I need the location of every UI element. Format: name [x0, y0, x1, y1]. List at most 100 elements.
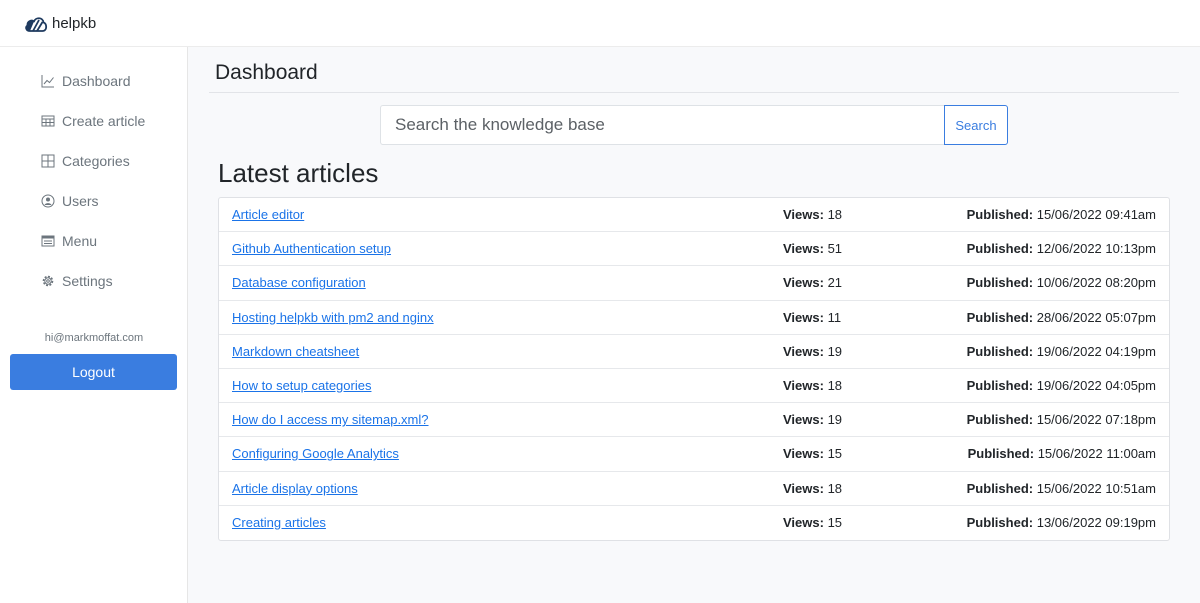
- article-link[interactable]: Creating articles: [232, 506, 326, 540]
- sidebar-item-settings[interactable]: Settings: [41, 271, 113, 291]
- published-value: 15/06/2022 11:00am: [1037, 446, 1156, 462]
- list-item: Article editor Views: 18 Published: 15/0…: [219, 198, 1169, 233]
- views-label: Views:: [783, 412, 824, 428]
- views-count: Views: 11: [783, 301, 841, 335]
- views-count: Views: 18: [783, 472, 842, 506]
- published-date: Published: 15/06/2022 10:51am: [967, 472, 1156, 506]
- logout-button[interactable]: Logout: [10, 354, 177, 390]
- published-date: Published: 19/06/2022 04:19pm: [967, 335, 1156, 369]
- views-count: Views: 19: [783, 335, 842, 369]
- article-link[interactable]: How do I access my sitemap.xml?: [232, 403, 429, 437]
- views-value: 11: [827, 309, 842, 325]
- list-item: Configuring Google Analytics Views: 15 P…: [219, 437, 1169, 472]
- published-label: Published:: [966, 480, 1034, 496]
- list-item: Creating articles Views: 15 Published: 1…: [219, 506, 1169, 540]
- views-label: Views:: [783, 309, 824, 325]
- sidebar-item-menu[interactable]: Menu: [41, 231, 97, 251]
- published-label: Published:: [967, 446, 1035, 462]
- published-value: 19/06/2022 04:19pm: [1036, 343, 1156, 359]
- published-date: Published: 12/06/2022 10:13pm: [967, 232, 1156, 266]
- published-value: 19/06/2022 04:05pm: [1036, 377, 1156, 393]
- article-link[interactable]: Hosting helpkb with pm2 and nginx: [232, 301, 434, 335]
- table-icon: [41, 115, 55, 127]
- article-link[interactable]: Article display options: [232, 472, 358, 506]
- published-date: Published: 13/06/2022 09:19pm: [967, 506, 1156, 540]
- search-button[interactable]: Search: [944, 105, 1008, 145]
- published-date: Published: 15/06/2022 11:00am: [968, 437, 1156, 471]
- published-value: 15/06/2022 10:51am: [1036, 480, 1156, 496]
- list-item: Database configuration Views: 21 Publish…: [219, 266, 1169, 301]
- page-title: Dashboard: [215, 61, 318, 84]
- views-label: Views:: [783, 343, 824, 359]
- main-content: Dashboard Search Latest articles Article…: [188, 47, 1200, 603]
- articles-list: Article editor Views: 18 Published: 15/0…: [218, 197, 1170, 541]
- user-circle-icon: [41, 194, 55, 208]
- views-count: Views: 21: [783, 266, 842, 300]
- views-label: Views:: [783, 241, 824, 257]
- top-bar: helpkb: [0, 0, 1200, 47]
- section-heading: Latest articles: [218, 158, 379, 188]
- published-date: Published: 15/06/2022 07:18pm: [967, 403, 1156, 437]
- published-date: Published: 19/06/2022 04:05pm: [967, 369, 1156, 403]
- published-label: Published:: [966, 412, 1034, 428]
- list-item: How to setup categories Views: 18 Publis…: [219, 369, 1169, 404]
- article-link[interactable]: Article editor: [232, 198, 304, 232]
- published-label: Published:: [966, 377, 1034, 393]
- published-label: Published:: [966, 275, 1034, 291]
- views-label: Views:: [783, 377, 824, 393]
- sidebar-item-dashboard[interactable]: Dashboard: [41, 71, 131, 91]
- published-value: 28/06/2022 05:07pm: [1036, 309, 1156, 325]
- chart-line-icon: [41, 75, 54, 88]
- views-value: 18: [827, 207, 843, 222]
- published-label: Published:: [966, 343, 1034, 359]
- published-date: Published: 28/06/2022 05:07pm: [967, 301, 1156, 335]
- sidebar-item-create-article[interactable]: Create article: [41, 111, 145, 131]
- published-value: 15/06/2022 09:41am: [1036, 207, 1156, 222]
- views-value: 18: [827, 480, 843, 496]
- views-label: Views:: [783, 446, 824, 462]
- views-value: 51: [827, 241, 843, 257]
- cloud-logo-icon: [25, 17, 48, 32]
- views-label: Views:: [783, 275, 824, 291]
- views-count: Views: 15: [783, 506, 842, 540]
- published-label: Published:: [966, 309, 1034, 325]
- sidebar-item-categories[interactable]: Categories: [41, 151, 130, 171]
- article-link[interactable]: Markdown cheatsheet: [232, 335, 359, 369]
- views-value: 19: [827, 412, 843, 428]
- user-email: hi@markmoffat.com: [44, 332, 144, 344]
- sidebar: Dashboard Create article Categories User…: [0, 47, 188, 603]
- views-value: 19: [827, 343, 843, 359]
- sidebar-item-users[interactable]: Users: [41, 191, 99, 211]
- article-link[interactable]: Configuring Google Analytics: [232, 437, 399, 471]
- list-item: Markdown cheatsheet Views: 19 Published:…: [219, 335, 1169, 369]
- title-divider: [209, 92, 1179, 93]
- published-value: 12/06/2022 10:13pm: [1036, 241, 1156, 257]
- sidebar-item-label: Users: [62, 193, 99, 209]
- sidebar-item-label: Settings: [62, 273, 113, 289]
- grid-icon: [41, 154, 55, 168]
- sidebar-item-label: Create article: [62, 113, 146, 129]
- published-value: 13/06/2022 09:19pm: [1036, 514, 1156, 530]
- article-link[interactable]: Github Authentication setup: [232, 232, 391, 266]
- sidebar-item-label: Dashboard: [62, 73, 131, 89]
- views-value: 15: [827, 514, 843, 530]
- sidebar-item-label: Categories: [62, 153, 130, 169]
- search-input[interactable]: [380, 105, 944, 145]
- views-count: Views: 18: [783, 198, 842, 232]
- views-count: Views: 18: [783, 369, 842, 403]
- article-link[interactable]: Database configuration: [232, 266, 366, 300]
- article-link[interactable]: How to setup categories: [232, 369, 371, 403]
- views-label: Views:: [783, 514, 824, 530]
- list-item: How do I access my sitemap.xml? Views: 1…: [219, 403, 1169, 438]
- published-label: Published:: [966, 241, 1034, 257]
- published-date: Published: 10/06/2022 08:20pm: [967, 266, 1156, 300]
- published-value: 15/06/2022 07:18pm: [1036, 412, 1156, 428]
- views-count: Views: 51: [783, 232, 842, 266]
- published-label: Published:: [966, 514, 1034, 530]
- views-value: 21: [827, 275, 843, 291]
- published-value: 10/06/2022 08:20pm: [1036, 275, 1156, 291]
- menu-list-icon: [41, 235, 55, 247]
- brand-name[interactable]: helpkb: [52, 15, 96, 32]
- published-date: Published: 15/06/2022 09:41am: [967, 198, 1156, 232]
- views-label: Views:: [783, 480, 824, 496]
